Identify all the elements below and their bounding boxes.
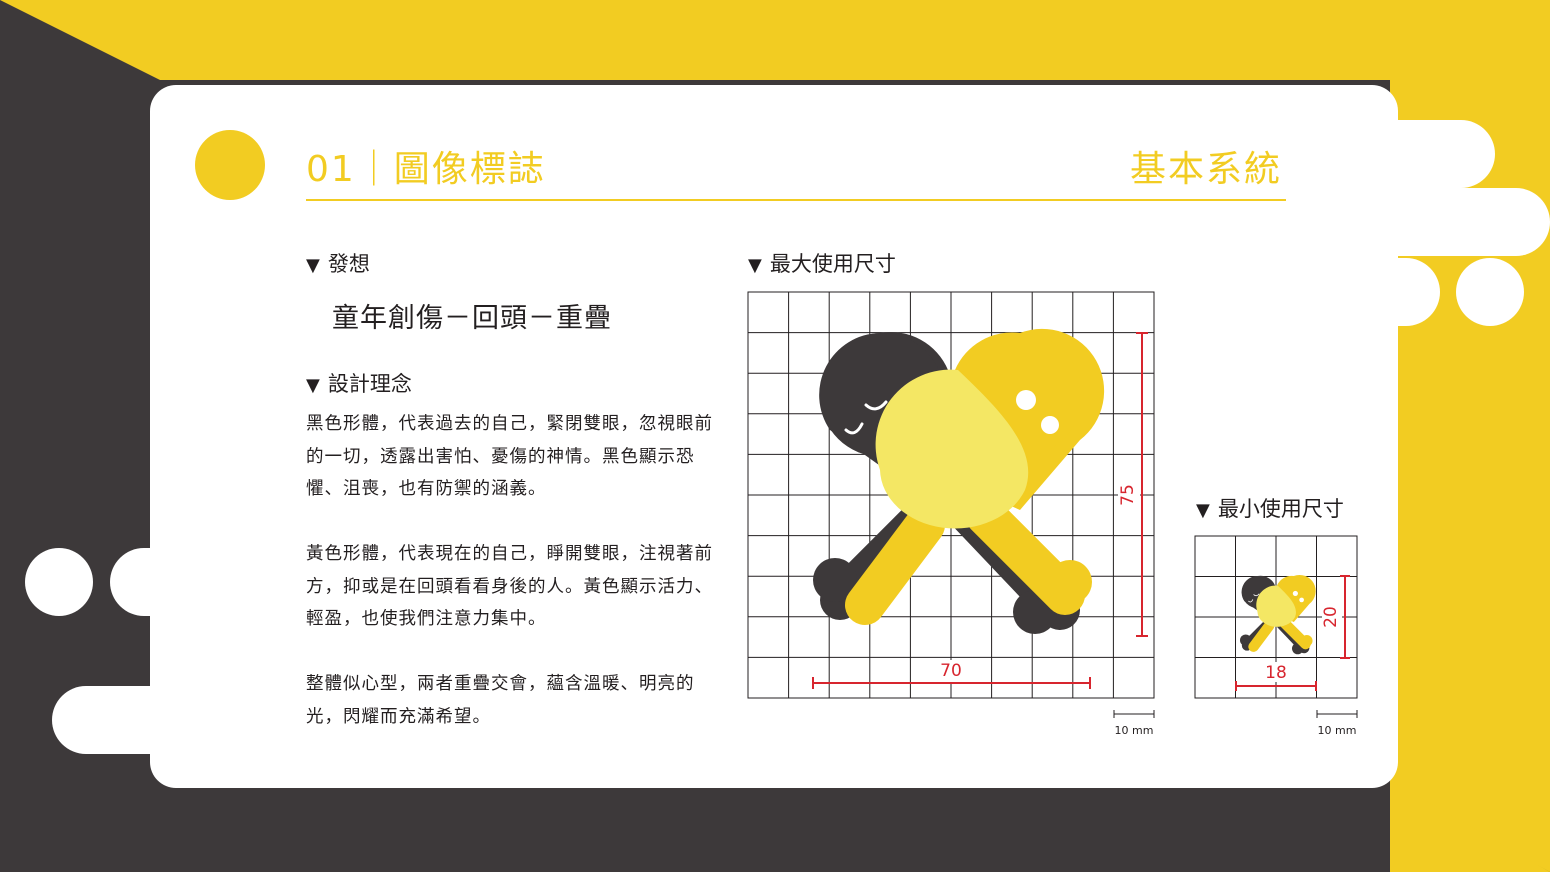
logo-large <box>813 329 1104 634</box>
max-size-diagram: 70 75 10 mm <box>747 291 1155 737</box>
min-scale-label: 10 mm <box>1318 724 1357 737</box>
triangle-down-icon: ▼ <box>306 375 320 396</box>
design-paragraph-1: 黑色形體，代表過去的自己，緊閉雙眼，忽視眼前的一切，透露出害怕、憂傷的神情。黑色… <box>306 414 713 499</box>
max-scale-label: 10 mm <box>1115 724 1154 737</box>
triangle-down-icon: ▼ <box>306 255 320 276</box>
min-height-label: 20 <box>1321 606 1341 628</box>
min-size-diagram: 18 20 10 mm <box>1194 535 1358 737</box>
min-size-heading: ▼ 最小使用尺寸 <box>1196 497 1344 521</box>
logo-small <box>1240 575 1316 654</box>
title-divider <box>306 199 1286 201</box>
min-width-label: 18 <box>1265 663 1287 683</box>
max-width-label: 70 <box>940 661 962 681</box>
design-paragraph-3: 整體似心型，兩者重疊交會，蘊含溫暖、明亮的光，閃耀而充滿希望。 <box>306 674 695 727</box>
design-paragraph-2: 黃色形體，代表現在的自己，睜開雙眼，注視著前方，抑或是在回頭看看身後的人。黃色顯… <box>306 544 713 629</box>
category-title: 基本系統 <box>1129 149 1282 190</box>
section-title: 01｜圖像標誌 <box>306 149 546 190</box>
triangle-down-icon: ▼ <box>1196 500 1210 521</box>
design-heading: ▼ 設計理念 <box>306 372 412 396</box>
triangle-down-icon: ▼ <box>748 255 762 276</box>
header-dot-icon <box>195 130 265 200</box>
idea-heading: ▼ 發想 <box>306 252 370 276</box>
max-size-heading: ▼ 最大使用尺寸 <box>748 252 896 276</box>
max-height-label: 75 <box>1118 484 1138 506</box>
concept-text: 童年創傷－回頭－重疊 <box>332 303 612 334</box>
